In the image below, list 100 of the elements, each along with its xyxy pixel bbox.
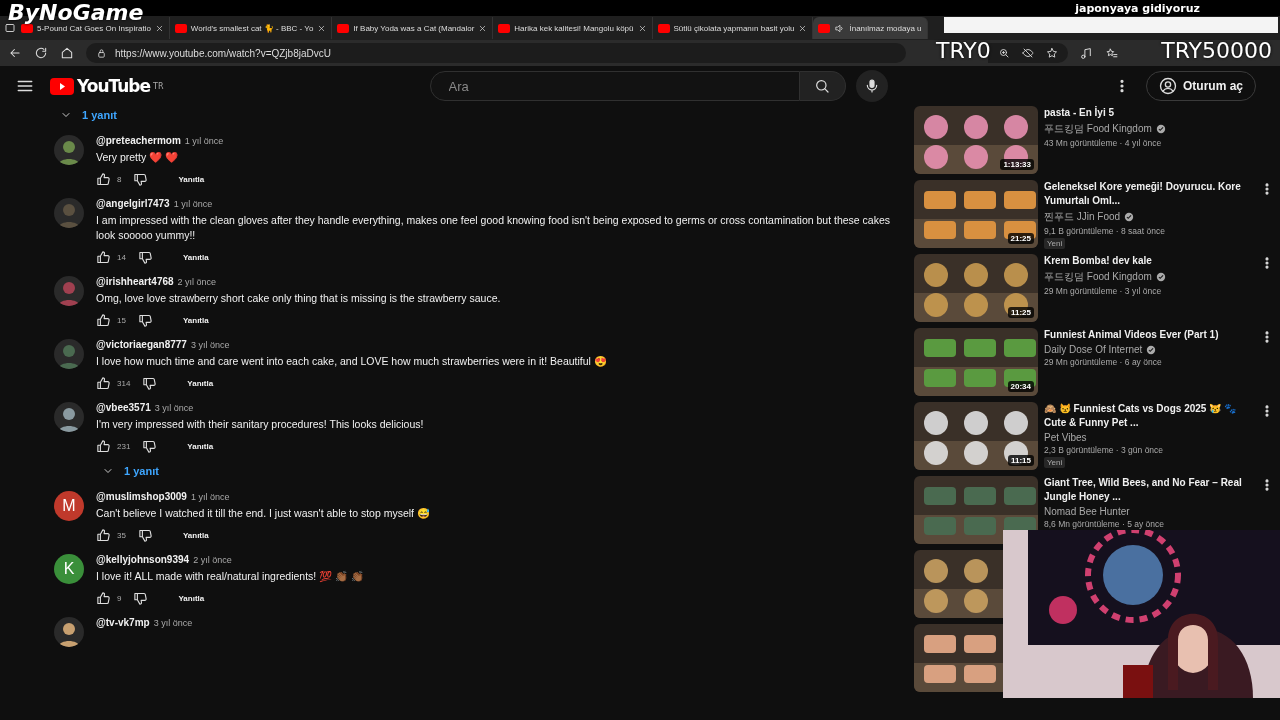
comment-author[interactable]: @victoriaegan8777	[96, 339, 187, 350]
video-meta: 43 Mn görüntüleme · 4 yıl önce	[1044, 138, 1163, 148]
back-icon[interactable]	[8, 46, 22, 60]
comment-time: 2 yıl önce	[193, 555, 232, 565]
thumbs-up-icon[interactable]	[96, 438, 111, 454]
channel-name[interactable]: 푸드킹덤 Food Kingdom	[1044, 122, 1152, 136]
video-title[interactable]: Funniest Animal Videos Ever (Part 1)	[1044, 328, 1254, 342]
thumbs-down-icon[interactable]	[137, 527, 153, 543]
new-badge: Yeni	[1044, 238, 1066, 249]
comment-author[interactable]: @tv-vk7mp	[96, 617, 150, 628]
comment-text: I love how much time and care went into each cake, and LOVE how much strawberries were in it! Beautiful 😍	[96, 354, 607, 369]
search-field[interactable]: Ara	[429, 71, 800, 101]
avatar[interactable]: K	[54, 554, 84, 584]
thumbs-up-icon[interactable]	[96, 375, 111, 391]
zoom-icon[interactable]	[998, 47, 1010, 59]
comment-text: Very pretty ❤ ❤	[96, 150, 180, 165]
play-logo-icon	[50, 77, 74, 95]
thumbs-up-icon[interactable]	[96, 590, 111, 606]
music-icon[interactable]	[1080, 46, 1093, 60]
browser-tab[interactable]: İnanılmaz modaya u	[813, 17, 928, 39]
thumbs-down-icon[interactable]	[137, 249, 153, 265]
like-count: 15	[117, 315, 126, 325]
eye-off-icon[interactable]	[1022, 47, 1034, 59]
reply-button[interactable]: Yanıtla	[172, 173, 211, 185]
star-icon[interactable]	[1046, 47, 1058, 59]
comment-text: I'm very impressed with their sanitary procedures! This looks delicious!	[96, 417, 424, 432]
close-icon[interactable]	[637, 23, 647, 33]
lock-icon[interactable]	[96, 47, 107, 59]
avatar[interactable]: M	[54, 491, 84, 521]
video-meta: 29 Mn görüntüleme · 6 ay önce	[1044, 357, 1163, 367]
thumbs-up-icon[interactable]	[96, 312, 111, 328]
replies-link[interactable]: 1 yanıt	[54, 104, 117, 126]
like-count: 231	[117, 441, 131, 451]
browser-tab[interactable]: Harika kek kalitesi! Mangolu köpü	[493, 17, 653, 39]
speaker-icon[interactable]	[834, 22, 846, 34]
reload-icon[interactable]	[34, 46, 48, 60]
close-icon[interactable]	[317, 23, 327, 33]
comment-author[interactable]: @muslimshop3009	[96, 491, 187, 502]
comment-text: Can't believe I watched it till the end. I just wasn't able to stop myself 😅	[96, 506, 430, 521]
thumbs-up-icon[interactable]	[96, 171, 111, 187]
channel-name[interactable]: Nomad Bee Hunter	[1044, 506, 1130, 517]
address-field[interactable]: https://www.youtube.com/watch?v=QZjb8jaDvcU	[86, 43, 906, 63]
stream-headline: japonyaya gidiyoruz	[1075, 2, 1200, 15]
thumbs-down-icon[interactable]	[137, 312, 153, 328]
thumbs-down-icon[interactable]	[142, 375, 158, 391]
comment-time: 1 yıl önce	[173, 199, 213, 209]
like-count: 314	[117, 378, 131, 388]
channel-name[interactable]: 푸드킹덤 Food Kingdom	[1044, 270, 1152, 284]
thumbs-down-icon[interactable]	[133, 171, 149, 187]
video-duration: 20:34	[1007, 381, 1034, 392]
channel-name[interactable]: 찐푸드 JJin Food	[1044, 210, 1121, 224]
comment-author[interactable]: @irishheart4768	[96, 276, 174, 287]
youtube-logo[interactable]: YouTube $^{TR}$	[50, 76, 164, 96]
comment-author[interactable]: @angelgirl7473	[96, 198, 170, 209]
reply-button[interactable]: Yanıtla	[176, 251, 215, 263]
video-title[interactable]: 🙈 😾 Funniest Cats vs Dogs 2025 😿 🐾 Cute & Funny Pet ...	[1044, 402, 1254, 430]
comment-time: 3 yıl önce	[190, 340, 230, 350]
browser-tab[interactable]: If Baby Yoda was a Cat (Mandalor	[332, 17, 494, 39]
comment-text: Omg, love love strawberry short cake only thing that is missing is the strawberry sauce.	[96, 291, 501, 306]
video-title[interactable]: pasta - En İyi 5	[1044, 106, 1254, 120]
new-badge: Yeni	[1044, 457, 1066, 468]
like-count: 8	[117, 174, 122, 184]
replies-link[interactable]: 1 yanıt	[96, 460, 424, 482]
close-icon[interactable]	[798, 23, 808, 33]
video-title[interactable]: Giant Tree, Wild Bees, and No Fear – Real Jungle Honey ...	[1044, 476, 1254, 504]
comment-author[interactable]: @vbee3571	[96, 402, 151, 413]
thumbs-down-icon[interactable]	[133, 590, 149, 606]
video-meta: 2,3 B görüntüleme · 3 gün önce	[1044, 445, 1165, 455]
comment-author[interactable]: @kellyjohnson9394	[96, 554, 190, 565]
close-icon[interactable]	[154, 23, 164, 33]
channel-name[interactable]: Daily Dose Of Internet	[1044, 344, 1143, 355]
thumbs-down-icon[interactable]	[142, 438, 158, 454]
reply-button[interactable]: Yanıtla	[176, 529, 215, 541]
thumbs-up-icon[interactable]	[96, 249, 111, 265]
close-icon[interactable]	[478, 23, 488, 33]
comment-time: 1 yıl önce	[184, 136, 224, 146]
search-button[interactable]	[799, 71, 846, 101]
thumbs-up-icon[interactable]	[96, 527, 111, 543]
reply-button[interactable]: Yanıtla	[181, 377, 220, 389]
search-icon[interactable]	[814, 78, 830, 94]
reply-button[interactable]: Yanıtla	[181, 440, 220, 452]
microphone-button[interactable]	[855, 70, 888, 102]
reply-button[interactable]: Yanıtla	[172, 592, 211, 604]
video-duration: 1:13:33	[1000, 159, 1034, 170]
video-meta: 29 Mn görüntüleme · 3 yıl önce	[1044, 286, 1163, 296]
comment-time: 3 yıl önce	[154, 403, 194, 413]
favorites-icon[interactable]	[1105, 46, 1118, 60]
reply-button[interactable]: Yanıtla	[176, 314, 215, 326]
comment-time: 2 yıl önce	[177, 277, 217, 287]
goal-current: TRY0	[936, 38, 991, 63]
browser-tab[interactable]: World's smallest cat 🐈 - BBC - Yo	[169, 17, 333, 39]
video-title[interactable]: Krem Bomba! dev kale	[1044, 254, 1254, 268]
video-meta: 8,6 Mn görüntüleme · 5 ay önce	[1044, 519, 1165, 529]
comment-author[interactable]: @preteachermom	[96, 135, 181, 146]
video-title[interactable]: Geleneksel Kore yemeği! Doyurucu. Kore Yumurtalı Oml...	[1044, 180, 1254, 208]
channel-name[interactable]: Pet Vibes	[1044, 432, 1087, 443]
home-icon[interactable]	[60, 46, 74, 60]
tab-list-icon[interactable]	[4, 22, 16, 34]
account-icon[interactable]	[1159, 77, 1177, 95]
like-count: 14	[117, 252, 126, 262]
